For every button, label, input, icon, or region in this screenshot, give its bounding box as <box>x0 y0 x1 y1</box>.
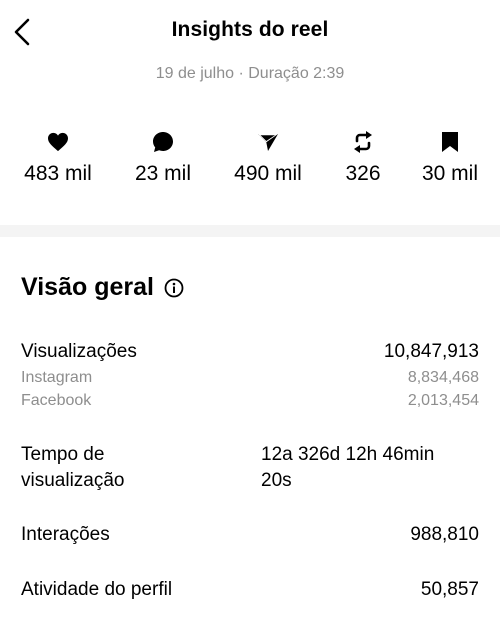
interactions-label: Interações <box>21 524 110 545</box>
repost-icon <box>354 131 372 153</box>
interactions-value: 988,810 <box>410 524 479 545</box>
heart-icon <box>48 132 68 152</box>
saves-count: 30 mil <box>421 162 479 185</box>
instagram-label: Instagram <box>21 369 93 386</box>
reel-meta: 19 de julho · Duração 2:39 <box>0 65 500 83</box>
section-divider <box>0 225 500 237</box>
stat-likes: 483 mil <box>8 130 108 186</box>
header: Insights do reel <box>0 0 500 60</box>
bookmark-icon <box>442 132 458 152</box>
watch-time-label: Tempo de visualização <box>21 442 125 494</box>
comment-icon <box>153 132 173 152</box>
reel-date: 19 de julho <box>155 65 234 82</box>
views-label: Visualizações <box>21 341 137 362</box>
watch-time-label-line1: Tempo de <box>21 444 105 465</box>
reel-duration: Duração 2:39 <box>248 65 345 82</box>
facebook-value: 2,013,454 <box>407 392 479 409</box>
watch-time-value: 12a 326d 12h 46min 20s <box>261 442 481 494</box>
page-title: Insights do reel <box>171 18 329 41</box>
profile-activity-label: Atividade do perfil <box>21 579 173 600</box>
meta-separator: · <box>238 65 244 82</box>
comments-count: 23 mil <box>134 162 192 185</box>
overview-section-title: Visão geral <box>21 273 184 302</box>
watch-time-row: Tempo de visualização 12a 326d 12h 46min… <box>21 442 479 498</box>
stat-reposts: 326 <box>313 130 413 186</box>
stat-comments: 23 mil <box>113 130 213 186</box>
stat-saves: 30 mil <box>400 130 500 186</box>
facebook-label: Facebook <box>21 392 92 409</box>
views-value: 10,847,913 <box>383 341 479 362</box>
share-icon <box>258 134 278 151</box>
shares-count: 490 mil <box>234 162 302 185</box>
watch-time-value-line1: 12a 326d 12h 46min <box>261 444 435 465</box>
reposts-count: 326 <box>345 162 381 185</box>
engagement-stats: 483 mil 23 mil 490 mil 326 30 mil <box>0 130 500 190</box>
watch-time-value-line2: 20s <box>261 470 292 491</box>
info-icon[interactable] <box>164 278 184 298</box>
instagram-value: 8,834,468 <box>407 369 479 386</box>
stat-shares: 490 mil <box>218 130 318 186</box>
likes-count: 483 mil <box>24 162 92 185</box>
overview-title: Visão geral <box>21 273 154 301</box>
profile-activity-value: 50,857 <box>420 579 479 600</box>
watch-time-label-line2: visualização <box>21 470 125 491</box>
